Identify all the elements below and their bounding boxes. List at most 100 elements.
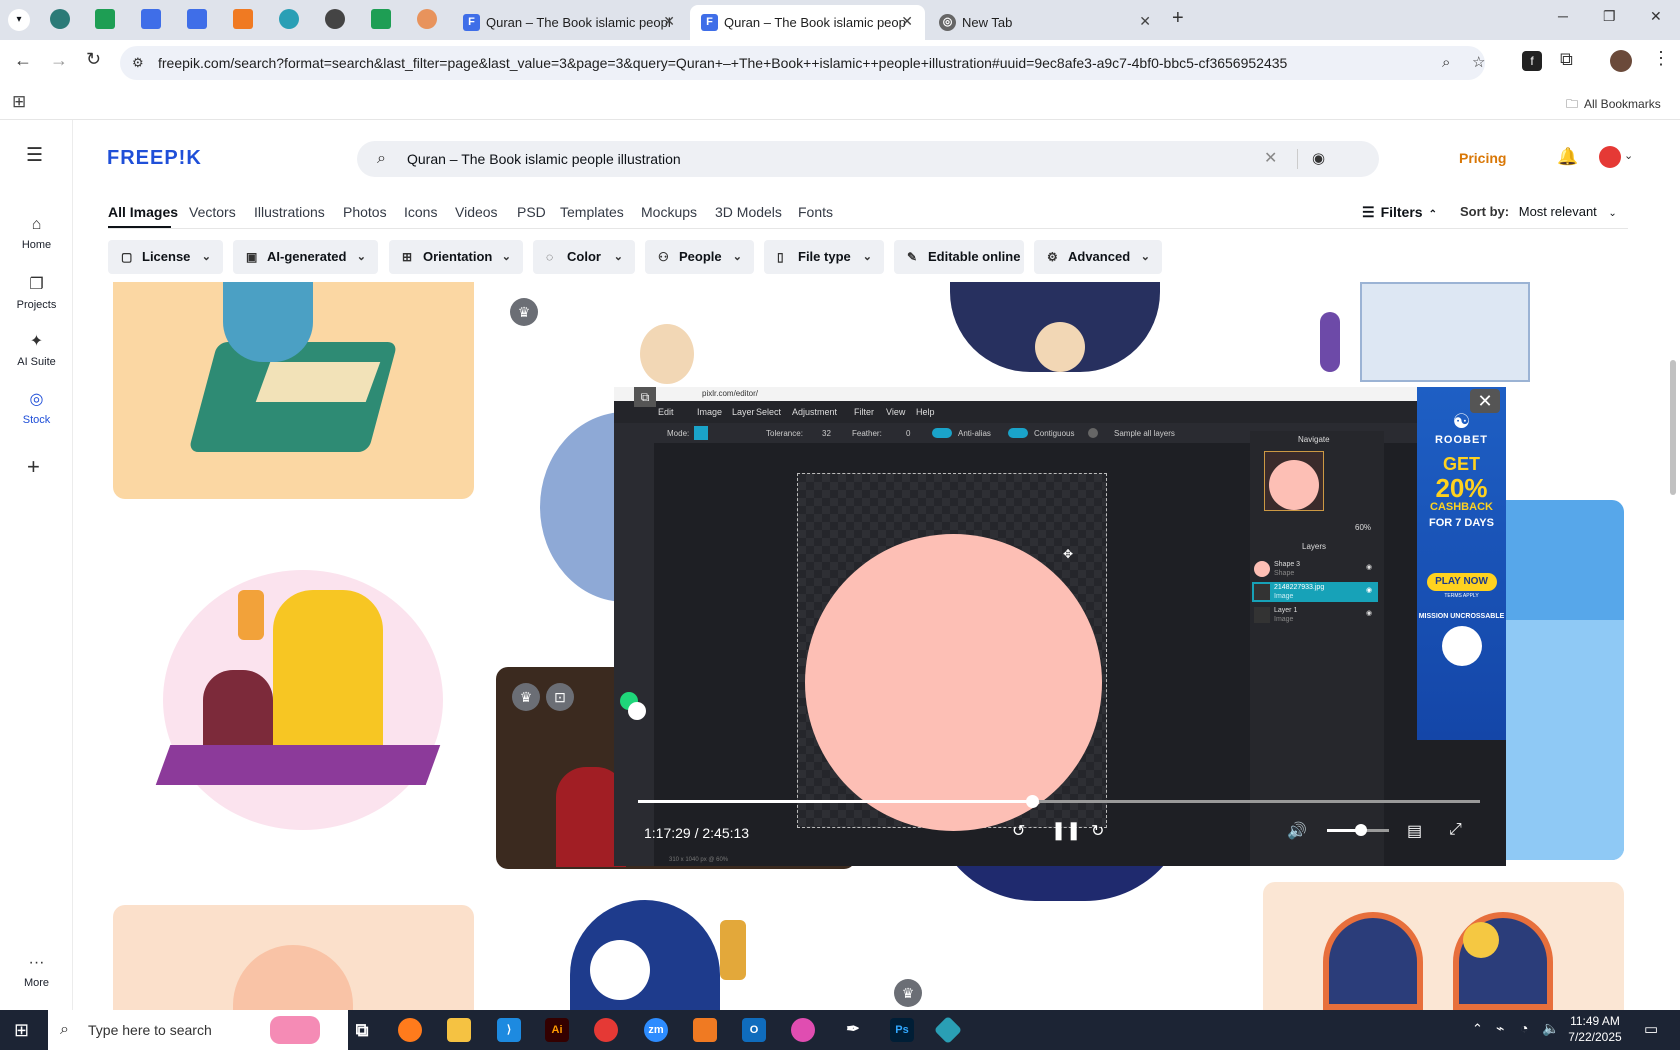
layer-row-selected[interactable]: 21482279​33.jpg Image ◉ (1252, 582, 1378, 602)
chip-editable-online[interactable]: ✎ Editable online (894, 240, 1024, 274)
minimize-icon[interactable]: ─ (1558, 8, 1568, 24)
tray-volume-icon[interactable]: 🔈 (1542, 1020, 1559, 1037)
file-explorer-icon[interactable] (447, 1018, 471, 1042)
pinned-sheets-icon[interactable] (95, 9, 115, 29)
outlook-icon[interactable]: O (742, 1018, 766, 1042)
start-windows-icon[interactable]: ⊞ (14, 1020, 29, 1041)
layer-row[interactable]: Shape 3 Shape ◉ (1252, 559, 1378, 579)
chevron-down-icon[interactable]: ⌄ (1624, 149, 1633, 162)
extension-f-icon[interactable]: f (1522, 51, 1542, 71)
chrome-icon[interactable] (594, 1018, 618, 1042)
close-tab-icon[interactable]: ✕ (1139, 13, 1151, 30)
tab-icons[interactable]: Icons (404, 204, 437, 220)
pixlr-menu-edit[interactable]: Edit (658, 407, 674, 417)
tab-psd[interactable]: PSD (517, 204, 546, 220)
chip-color[interactable]: ◌ Color ⌄ (533, 240, 635, 274)
fullscreen-icon[interactable]: ⤢ (1449, 821, 1462, 839)
notification-center-icon[interactable]: ▭ (1644, 1020, 1658, 1038)
visibility-eye-icon[interactable]: ◉ (1366, 609, 1372, 617)
restore-icon[interactable]: ❐ (1603, 8, 1616, 25)
page-scrollbar[interactable] (1670, 360, 1676, 495)
url-field[interactable]: ⚙ freepik.com/search?format=search&last_… (120, 46, 1485, 80)
xampp-icon[interactable] (693, 1018, 717, 1042)
nav-home[interactable]: ⌂ Home (0, 216, 73, 251)
bookmark-star-icon[interactable]: ☆ (1472, 46, 1485, 80)
volume-slider[interactable] (1327, 824, 1389, 836)
tab-new[interactable]: ◎ New Tab ✕ (928, 5, 1163, 40)
hamburger-menu-icon[interactable]: ☰ (26, 144, 43, 167)
tab-mockups[interactable]: Mockups (641, 204, 697, 220)
pixlr-menu-adjustment[interactable]: Adjustment (792, 407, 837, 417)
chip-license[interactable]: ▢ License ⌄ (108, 240, 223, 274)
tab-templates[interactable]: Templates (560, 204, 624, 220)
taskbar-clock[interactable]: 11:49 AM 7/22/2025 (1560, 1013, 1630, 1045)
result-card-crescent[interactable] (540, 900, 860, 1010)
result-card-father-son[interactable] (113, 520, 474, 880)
visibility-eye-icon[interactable]: ◉ (1366, 563, 1372, 571)
task-view-icon[interactable]: ⧉ (350, 1018, 374, 1042)
close-pip-button[interactable]: ✕ (1470, 389, 1500, 413)
new-tab-button[interactable]: + (1172, 7, 1184, 30)
layer-row[interactable]: Layer 1 Image ◉ (1252, 605, 1378, 625)
tab-photos[interactable]: Photos (343, 204, 387, 220)
tray-network-icon[interactable]: ⌁ (1496, 1020, 1504, 1037)
zoom-value[interactable]: 60% (1355, 523, 1371, 532)
forward-icon[interactable]: → (50, 50, 68, 71)
pinned-extension-icon[interactable] (279, 9, 299, 29)
filters-button[interactable]: ☰ Filters ⌃ (1362, 204, 1437, 221)
seek-bar[interactable] (638, 795, 1480, 808)
tab-all-images[interactable]: All Images (108, 204, 178, 220)
pip-back-to-tab-icon[interactable]: ⧉ (634, 387, 656, 407)
tab-vectors[interactable]: Vectors (189, 204, 236, 220)
zoom-icon[interactable]: ⌕ (1442, 46, 1450, 80)
pause-icon[interactable]: ❚❚ (1051, 820, 1081, 841)
apps-grid-icon[interactable]: ⊞ (12, 92, 26, 112)
close-window-icon[interactable]: ✕ (1650, 8, 1662, 25)
nav-projects[interactable]: ❐ Projects (0, 274, 73, 311)
result-card-kids-window[interactable] (1263, 882, 1624, 1010)
pinned-tab-icon[interactable] (50, 9, 70, 29)
tab-3d-models[interactable]: 3D Models (715, 204, 782, 220)
firefox-icon[interactable] (398, 1018, 422, 1042)
nav-ai-suite[interactable]: ✦ AI Suite (0, 331, 73, 368)
tab-quran-2[interactable]: F Quran – The Book islamic peop ✕ (690, 5, 925, 40)
tab-quran-1[interactable]: F Quran – The Book islamic peopl ✕ (452, 5, 687, 40)
pinned-chatgpt-icon[interactable] (325, 9, 345, 29)
taskbar-search-input[interactable]: ⌕ Type here to search (48, 1010, 348, 1050)
visibility-eye-icon[interactable]: ◉ (1366, 586, 1372, 594)
seek-handle[interactable] (1026, 795, 1040, 808)
tab-videos[interactable]: Videos (455, 204, 498, 220)
feather-value[interactable]: 0 (906, 429, 910, 438)
user-avatar[interactable] (1599, 146, 1621, 168)
pixlr-canvas[interactable] (797, 473, 1107, 831)
antialias-toggle[interactable] (932, 428, 952, 438)
notifications-bell-icon[interactable]: 🔔 (1557, 147, 1578, 167)
add-icon[interactable]: + (27, 454, 40, 480)
result-card-peach[interactable] (113, 905, 474, 1010)
photoshop-icon[interactable]: Ps (890, 1018, 914, 1042)
vscode-icon[interactable]: ⟩ (497, 1018, 521, 1042)
navigate-thumbnail[interactable] (1264, 451, 1324, 511)
tab-illustrations[interactable]: Illustrations (254, 204, 325, 220)
app-diamond-icon[interactable] (933, 1015, 963, 1045)
camera-search-icon[interactable]: ◉ (1312, 141, 1325, 177)
chip-orientation[interactable]: ⊞ Orientation ⌄ (389, 240, 523, 274)
pinned-docs-icon[interactable] (141, 9, 161, 29)
freepik-logo[interactable]: FREEP!K (107, 147, 202, 170)
site-info-icon[interactable]: ⚙ (132, 46, 144, 80)
tolerance-value[interactable]: 32 (822, 429, 831, 438)
pinned-sheets-icon[interactable] (371, 9, 391, 29)
nav-more[interactable]: ··· More (0, 954, 73, 989)
pip-video-player[interactable]: pixlr.com/editor/ Edit Image Layer Selec… (614, 387, 1506, 866)
rewind-10-icon[interactable]: ↺ (1012, 821, 1025, 841)
sort-dropdown[interactable]: Sort by: Most relevant ⌄ (1460, 204, 1617, 219)
result-card-night-circle[interactable] (930, 866, 1190, 901)
ad-cta-button[interactable]: PLAY NOW (1426, 573, 1497, 591)
chip-advanced[interactable]: ⚙ Advanced ⌄ (1034, 240, 1162, 274)
extensions-puzzle-icon[interactable]: ⧉ (1560, 49, 1573, 70)
tab-fonts[interactable]: Fonts (798, 204, 833, 220)
result-card-book-people[interactable] (1300, 282, 1560, 387)
pixlr-menu-filter[interactable]: Filter (854, 407, 874, 417)
volume-handle[interactable] (1355, 824, 1368, 836)
bookmarks-folder[interactable]: 🗀 All Bookmarks (1566, 95, 1661, 116)
